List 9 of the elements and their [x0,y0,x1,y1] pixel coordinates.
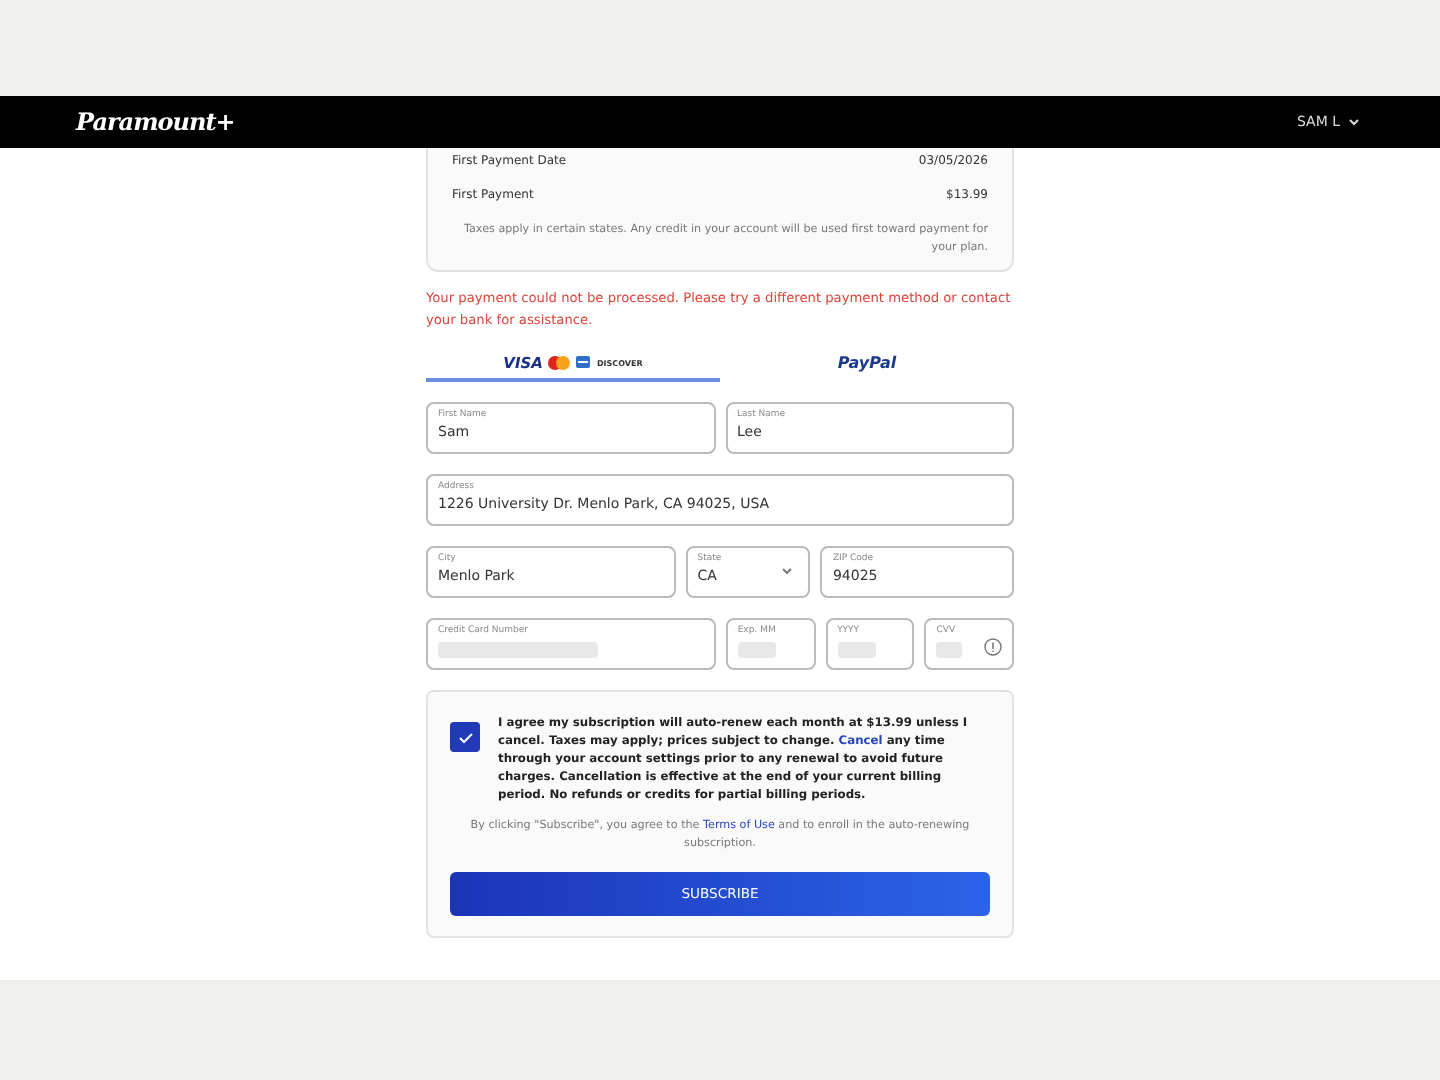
chevron-icon [1348,118,1360,126]
payment-method-tab[interactable]: PayPal [720,346,1014,382]
card-icon [576,356,591,368]
checkbox[interactable] [450,722,480,752]
circles-icon [548,355,571,369]
logo[interactable]: Paramount+ [76,108,235,136]
checkmark-icon [457,731,473,743]
chevron-icon [782,568,793,574]
info-icon[interactable] [984,638,1002,656]
